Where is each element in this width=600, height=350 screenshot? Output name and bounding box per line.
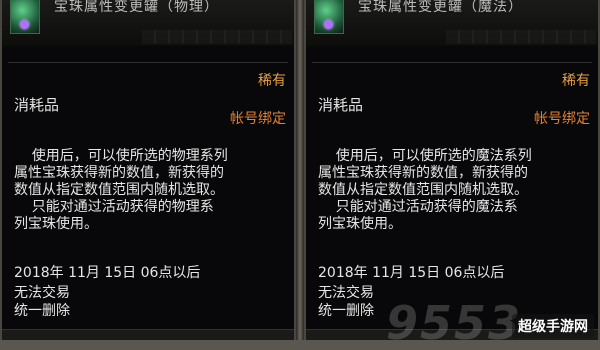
item-jar-icon: [314, 0, 344, 34]
watermark-site-name: 超级手游网: [512, 314, 594, 338]
faded-row: [142, 30, 292, 44]
faded-row: [446, 30, 596, 44]
tooltip-header: 宝珠属性变更罐（物理）: [2, 0, 294, 46]
gem-icon: [324, 20, 333, 29]
item-tooltip-magic: 宝珠属性变更罐（魔法） 稀有 消耗品 帐号绑定 使用后，可以使所选的魔法系列 属…: [304, 0, 600, 340]
tooltip-footer: [2, 329, 294, 340]
item-type: 消耗品: [318, 96, 364, 114]
item-description: 使用后，可以使所选的物理系列 属性宝珠获得新的数值，新获得的 数值从指定数值范围…: [14, 148, 228, 232]
gem-icon: [20, 20, 29, 29]
tooltip-header: 宝珠属性变更罐（魔法）: [306, 0, 598, 46]
divider-line: [8, 62, 288, 63]
item-description: 使用后，可以使所选的魔法系列 属性宝珠获得新的数值，新获得的 数值从指定数值范围…: [318, 148, 532, 232]
item-jar-icon: [10, 0, 40, 34]
expiry-date: 2018年 11月 15日 06点以后: [14, 265, 201, 281]
trade-status: 无法交易: [318, 285, 374, 301]
item-name: 宝珠属性变更罐（魔法）: [358, 0, 523, 15]
divider-line: [312, 62, 592, 63]
binding-label: 帐号绑定: [534, 111, 590, 127]
item-name: 宝珠属性变更罐（物理）: [54, 0, 219, 15]
rarity-label: 稀有: [562, 73, 590, 89]
trade-status: 无法交易: [14, 285, 70, 301]
watermark-number: 9553: [386, 296, 523, 350]
binding-label: 帐号绑定: [230, 111, 286, 127]
item-type: 消耗品: [14, 96, 60, 114]
rarity-label: 稀有: [258, 73, 286, 89]
panel-divider: [296, 0, 304, 340]
unique-note: 统一删除: [14, 303, 70, 319]
item-tooltip-physical: 宝珠属性变更罐（物理） 稀有 消耗品 帐号绑定 使用后，可以使所选的物理系列 属…: [0, 0, 296, 340]
unique-note: 统一删除: [318, 303, 374, 319]
expiry-date: 2018年 11月 15日 06点以后: [318, 265, 505, 281]
